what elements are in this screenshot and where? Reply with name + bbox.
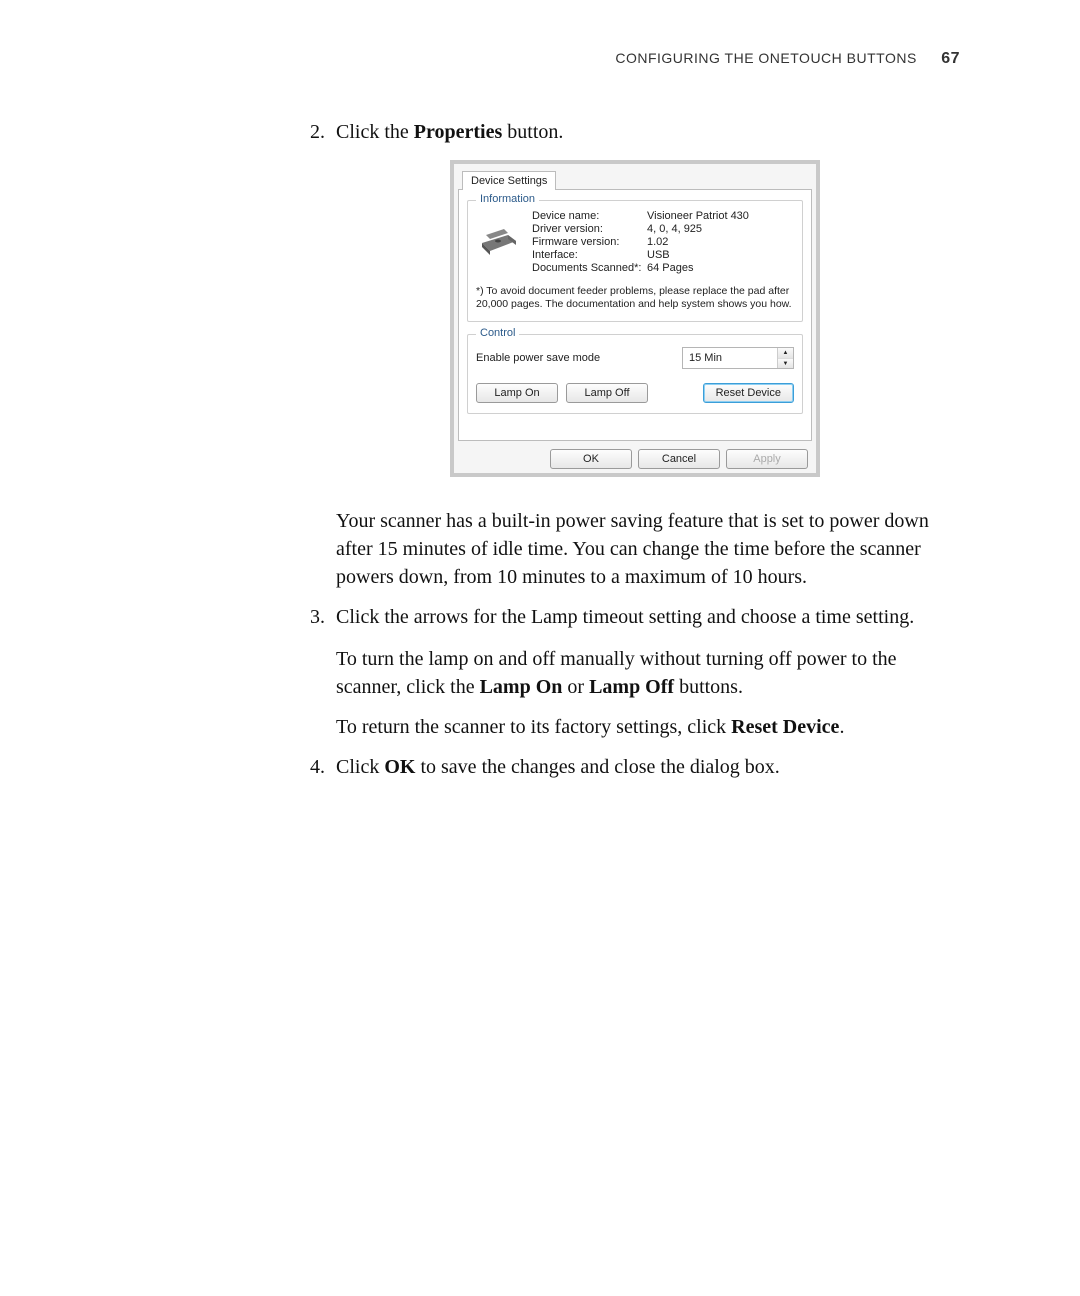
control-group: Control Enable power save mode 15 Min ▲ …	[467, 334, 803, 414]
information-title: Information	[476, 193, 539, 205]
power-save-label: Enable power save mode	[476, 352, 600, 364]
ok-button[interactable]: OK	[550, 449, 632, 469]
apply-button[interactable]: Apply	[726, 449, 808, 469]
cancel-button[interactable]: Cancel	[638, 449, 720, 469]
power-save-value: 15 Min	[683, 348, 777, 368]
control-title: Control	[476, 327, 519, 339]
spinner-down-icon[interactable]: ▼	[778, 359, 793, 369]
reset-device-button[interactable]: Reset Device	[703, 383, 794, 403]
device-settings-dialog: Device Settings Information	[450, 160, 820, 477]
lamp-on-button[interactable]: Lamp On	[476, 383, 558, 403]
spinner-up-icon[interactable]: ▲	[778, 348, 793, 359]
header-title: CONFIGURING THE ONETOUCH BUTTONS	[615, 50, 916, 66]
paragraph-lamp: To turn the lamp on and off manually wit…	[336, 645, 960, 701]
paragraph-power-save: Your scanner has a built-in power saving…	[336, 507, 960, 591]
lamp-off-button[interactable]: Lamp Off	[566, 383, 648, 403]
page-header: CONFIGURING THE ONETOUCH BUTTONS 67	[310, 50, 960, 68]
footnote: *) To avoid document feeder problems, pl…	[476, 285, 794, 311]
page-number: 67	[941, 50, 960, 67]
step-4: 4. Click OK to save the changes and clos…	[310, 753, 960, 781]
step-3: 3. Click the arrows for the Lamp timeout…	[310, 603, 960, 631]
power-save-spinner[interactable]: 15 Min ▲ ▼	[682, 347, 794, 369]
tab-device-settings[interactable]: Device Settings	[462, 171, 556, 190]
paragraph-reset: To return the scanner to its factory set…	[336, 713, 960, 741]
scanner-icon	[476, 213, 522, 259]
step-2: 2. Click the Properties button.	[310, 118, 960, 146]
information-group: Information Device na	[467, 200, 803, 322]
